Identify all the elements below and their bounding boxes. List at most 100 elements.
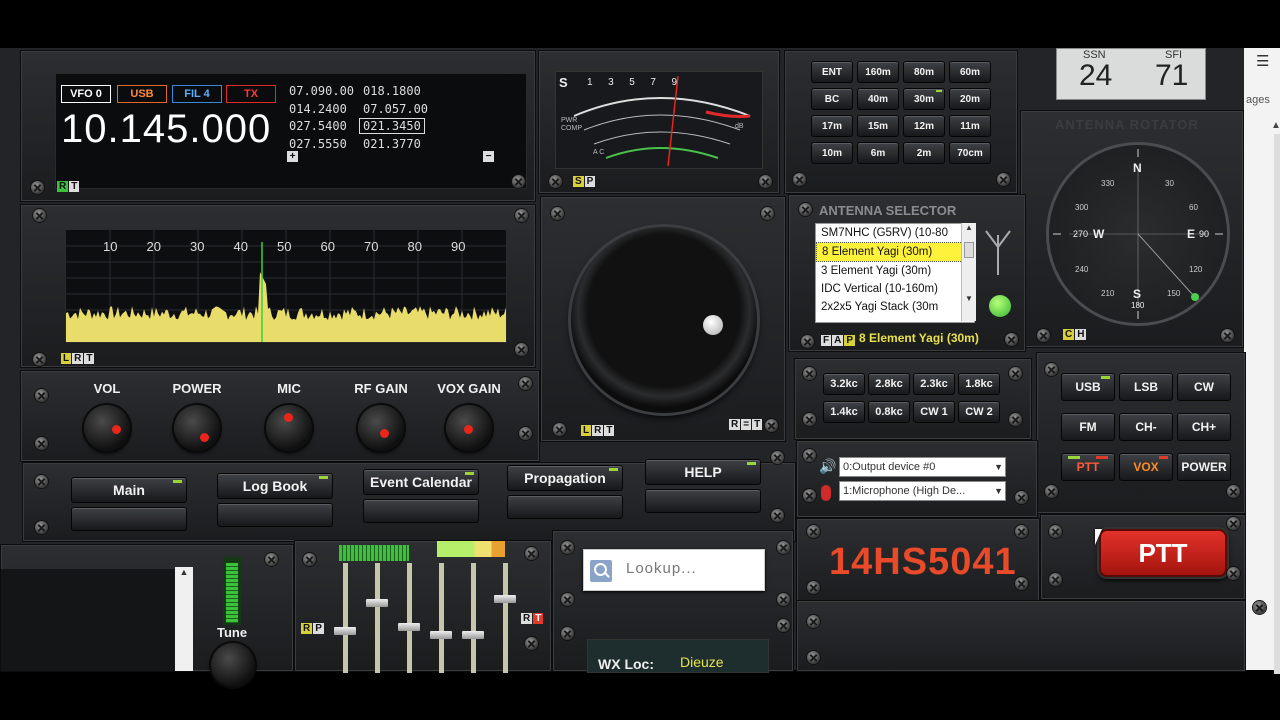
log-book-button[interactable]: Log Book [217,473,333,499]
band-button-15m[interactable]: 15m [857,115,899,137]
scroll-up-icon[interactable]: ▲ [1271,120,1280,131]
scrollbar[interactable] [1274,134,1280,674]
spectrum-scale-label: 10 [103,239,118,254]
mode-button-power[interactable]: POWER [1177,453,1231,481]
band-button-60m[interactable]: 60m [949,61,991,83]
wx-label: WX Loc: [598,656,654,672]
band-button-17m[interactable]: 17m [811,115,853,137]
vfo-label[interactable]: VFO 0 [61,85,111,103]
antenna-scrollbar[interactable]: ▲ ▼ [961,223,976,321]
memory-row[interactable]: 027.5400 021.3450 [289,118,459,136]
dial-tag: LRT [581,425,615,436]
antenna-list-item[interactable]: IDC Vertical (10-160m) [816,280,969,298]
scroll-up-icon[interactable]: ▲ [962,223,976,232]
scroll-down-icon[interactable]: ▼ [962,294,976,303]
band-button-10m[interactable]: 10m [811,142,853,164]
band-button-2m[interactable]: 2m [903,142,945,164]
vol-knob[interactable] [84,405,130,451]
mode-button-fm[interactable]: FM [1061,413,1115,441]
lookup-placeholder: Lookup... [626,560,697,577]
band-button-20m[interactable]: 20m [949,88,991,110]
band-button-160m[interactable]: 160m [857,61,899,83]
antenna-list-item[interactable]: 2x2x5 Yagi Stack (30m [816,298,969,316]
fader-handle[interactable] [430,631,452,639]
filter-button-18kc[interactable]: 1.8kc [958,373,1000,395]
band-button-ent[interactable]: ENT [811,61,853,83]
menu-icon[interactable]: ☰ [1256,52,1269,70]
log-book-sub-button[interactable] [217,503,333,527]
propagation-button[interactable]: Propagation [507,465,623,491]
filter-button-14kc[interactable]: 1.4kc [823,401,865,423]
propagation-sub-button[interactable] [507,495,623,519]
compass-s: S [1133,287,1142,301]
ptt-button[interactable]: PTT [1099,529,1227,577]
band-button-80m[interactable]: 80m [903,61,945,83]
band-button-6m[interactable]: 6m [857,142,899,164]
dial-dot [703,315,723,335]
filter-label[interactable]: FIL 4 [172,85,222,103]
compass-w-deg: 270 [1073,229,1089,239]
memory-row[interactable]: 07.090.00 018.1800 [289,83,459,101]
antenna-list-item[interactable]: SM7NHC (G5RV) (10-80 [816,224,969,242]
memory-row[interactable]: 014.2400 07.057.00 [289,101,459,119]
antenna-list-item[interactable]: 3 Element Yagi (30m) [816,262,969,280]
help-button[interactable]: HELP [645,459,761,485]
filter-grid: 3.2kc 2.8kc 2.3kc 1.8kc 1.4kc 0.8kc CW 1 CW 2 [823,373,1003,429]
fader-handle[interactable] [334,627,356,635]
antenna-list[interactable]: SM7NHC (G5RV) (10-80 8 Element Yagi (30m)… [815,223,975,323]
band-button-bc[interactable]: BC [811,88,853,110]
output-device-select[interactable]: 0:Output device #0 ▼ [839,457,1006,477]
fader-handle[interactable] [366,599,388,607]
fader-handle[interactable] [494,595,516,603]
plus-button[interactable]: + [287,151,298,162]
filter-button-cw1[interactable]: CW 1 [913,401,955,423]
vox-gain-knob[interactable] [446,405,492,451]
mode-button-lsb[interactable]: LSB [1119,373,1173,401]
mixer-tag-left: RP [301,623,324,634]
fader-track [343,563,348,673]
filter-button-28kc[interactable]: 2.8kc [868,373,910,395]
side-panel: ☰ ages ▲ [1244,48,1280,674]
power-knob[interactable] [174,405,220,451]
knob-indicator [200,433,209,442]
tuning-dial[interactable] [571,227,757,413]
help-sub-button[interactable] [645,489,761,513]
band-button-30m[interactable]: 30m [903,88,945,110]
callsign-display: 14HS5041 [829,541,1017,583]
mode-button-vox[interactable]: VOX [1119,453,1173,481]
mode-button-ptt[interactable]: PTT [1061,453,1115,481]
filter-button-cw2[interactable]: CW 2 [958,401,1000,423]
fader-handle[interactable] [398,623,420,631]
antenna-list-item[interactable]: 8 Element Yagi (30m) [816,242,971,262]
fader-track [439,563,444,673]
lookup-field[interactable]: Lookup... [583,549,765,591]
mode-button-cw[interactable]: CW [1177,373,1231,401]
mode-button-chminus[interactable]: CH- [1119,413,1173,441]
mode-button-chplus[interactable]: CH+ [1177,413,1231,441]
compass-tick: 210 [1101,289,1115,298]
memory-row[interactable]: 027.5550 021.3770 [289,136,459,154]
rf-gain-knob[interactable] [358,405,404,451]
band-button-11m[interactable]: 11m [949,115,991,137]
band-button-12m[interactable]: 12m [903,115,945,137]
main-button[interactable]: Main [71,477,187,503]
scroll-thumb[interactable] [964,242,974,258]
fader-handle[interactable] [462,631,484,639]
filter-button-08kc[interactable]: 0.8kc [868,401,910,423]
mode-button-usb[interactable]: USB [1061,373,1115,401]
filter-button-32kc[interactable]: 3.2kc [823,373,865,395]
minus-button[interactable]: − [483,151,494,162]
band-button-70cm[interactable]: 70cm [949,142,991,164]
input-device-select[interactable]: 1:Microphone (High De... ▼ [839,481,1006,501]
waterfall-scrollbar[interactable]: ▲ [175,567,193,671]
mic-knob[interactable] [266,405,312,451]
frequency-display[interactable]: 10.145.000 [61,107,271,152]
event-calendar-button[interactable]: Event Calendar [363,469,479,495]
filter-button-23kc[interactable]: 2.3kc [913,373,955,395]
main-sub-button[interactable] [71,507,187,531]
tune-knob[interactable] [211,643,255,687]
mode-label[interactable]: USB [117,85,167,103]
event-calendar-sub-button[interactable] [363,499,479,523]
band-button-40m[interactable]: 40m [857,88,899,110]
compass-tick: 300 [1075,203,1089,212]
